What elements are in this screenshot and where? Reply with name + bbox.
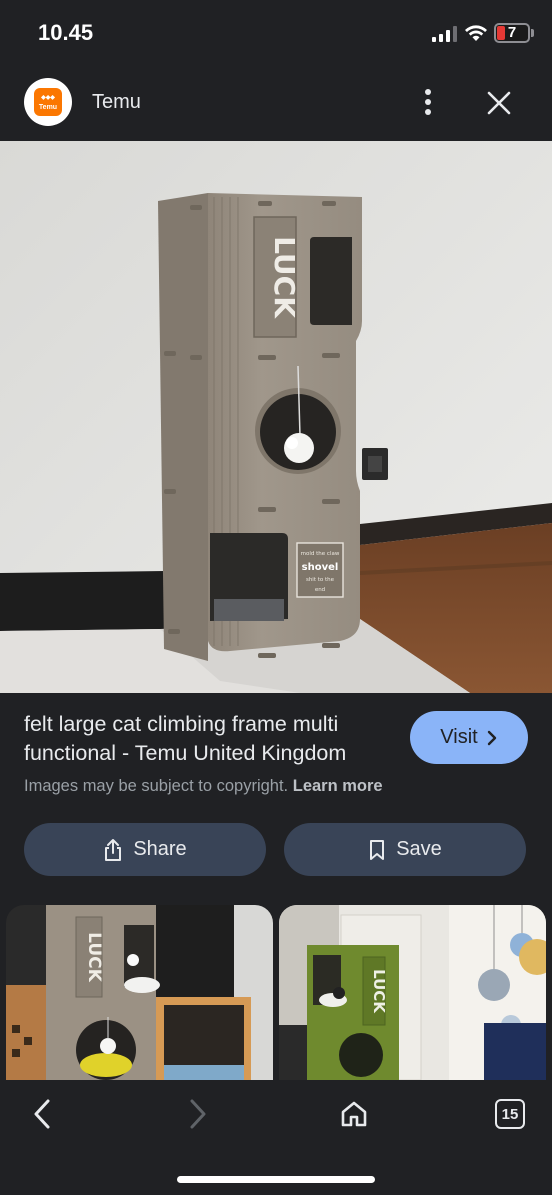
cat-tower-photo: LUCK mold the claw shovel shit to the en…: [0, 141, 552, 693]
site-name[interactable]: Temu: [92, 91, 141, 114]
cellular-signal-icon: [432, 26, 458, 42]
save-label: Save: [396, 838, 442, 860]
battery-level: 7: [507, 24, 517, 41]
chevron-right-icon: [190, 1099, 206, 1129]
wifi-icon: [465, 25, 487, 41]
site-logo[interactable]: ◆◆◆ Temu: [24, 78, 72, 126]
copyright-notice: Images may be subject to copyright. Lear…: [24, 777, 383, 796]
close-icon[interactable]: [482, 86, 516, 120]
related-2-board-text: LUCK: [370, 969, 388, 1014]
status-time: 10.45: [38, 20, 94, 45]
tag-text-3: shit to the: [306, 577, 335, 583]
visit-button[interactable]: Visit: [410, 711, 528, 764]
home-icon: [341, 1101, 367, 1127]
more-options-icon[interactable]: [412, 84, 444, 120]
tag-text-2: shovel: [302, 562, 339, 573]
luck-board-text: LUCK: [268, 236, 301, 319]
related-photo-2: LUCK: [279, 905, 546, 1080]
tag-text-1: mold the claw: [301, 551, 340, 557]
bookmark-icon: [370, 839, 385, 860]
battery-icon: 7: [494, 23, 530, 43]
tag-text-4: end: [315, 587, 325, 593]
save-button[interactable]: Save: [284, 823, 526, 876]
chevron-left-icon: [34, 1099, 50, 1129]
learn-more-link[interactable]: Learn more: [293, 777, 383, 795]
logo-text: Temu: [38, 104, 58, 111]
related-image-1[interactable]: LUCK: [6, 905, 273, 1080]
chevron-right-icon: [487, 730, 496, 745]
related-photo-1: LUCK: [6, 905, 273, 1080]
battery-cap: [531, 29, 534, 37]
home-button[interactable]: [332, 1092, 376, 1136]
related-image-2[interactable]: LUCK: [279, 905, 546, 1080]
temu-logo-icon: ◆◆◆ Temu: [34, 88, 62, 116]
result-header: ◆◆◆ Temu Temu: [0, 66, 552, 140]
forward-button[interactable]: [176, 1092, 220, 1136]
related-1-board-text: LUCK: [84, 932, 104, 983]
share-label: Share: [133, 838, 187, 860]
visit-label: Visit: [440, 726, 478, 748]
back-button[interactable]: [20, 1092, 64, 1136]
main-product-image[interactable]: LUCK mold the claw shovel shit to the en…: [0, 141, 552, 693]
share-button[interactable]: Share: [24, 823, 266, 876]
status-bar: 10.45 7: [0, 0, 552, 66]
share-icon: [105, 838, 122, 861]
tab-count: 15: [495, 1099, 525, 1129]
home-indicator[interactable]: [177, 1176, 375, 1183]
tabs-button[interactable]: 15: [488, 1092, 532, 1136]
result-title[interactable]: felt large cat climbing frame multi func…: [24, 710, 396, 768]
copyright-text: Images may be subject to copyright.: [24, 777, 289, 795]
